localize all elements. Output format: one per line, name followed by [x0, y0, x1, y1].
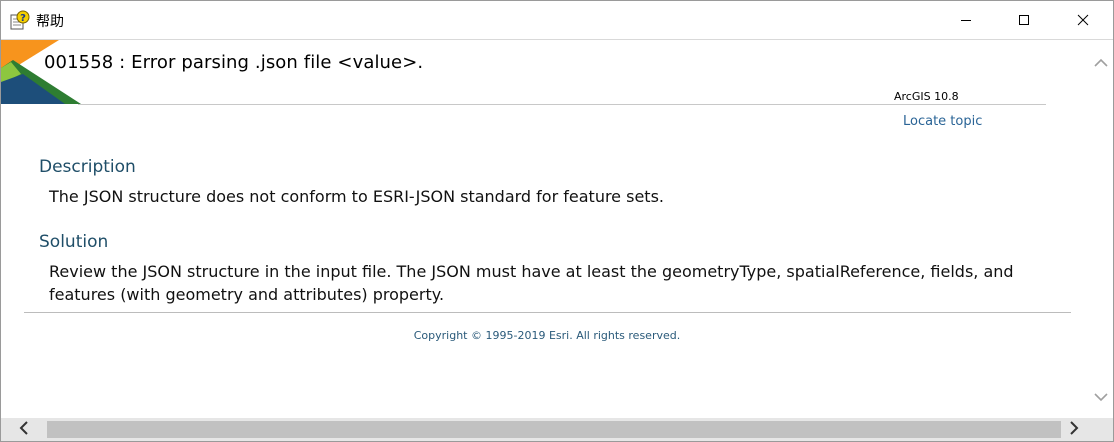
title-bar[interactable]: ? 帮助: [1, 1, 1113, 40]
description-text: The JSON structure does not conform to E…: [49, 187, 664, 206]
help-window: ? 帮助 001558 : Error parsing .json file <…: [0, 0, 1114, 442]
close-icon: [1077, 14, 1089, 26]
scroll-left-icon: [18, 420, 30, 440]
scroll-left-button[interactable]: [1, 418, 47, 441]
horizontal-scroll-thumb[interactable]: [47, 421, 1061, 438]
footer-divider: [24, 312, 1071, 313]
version-label: ArcGIS 10.8: [894, 90, 959, 103]
solution-heading: Solution: [39, 232, 109, 252]
window-title: 帮助: [36, 14, 64, 30]
scroll-right-icon: [1068, 420, 1080, 440]
help-app-icon: ?: [10, 10, 30, 30]
scroll-down-icon[interactable]: [1093, 388, 1109, 407]
minimize-button[interactable]: [937, 1, 995, 39]
maximize-icon: [1018, 14, 1030, 26]
description-heading: Description: [39, 157, 136, 177]
locate-topic-link[interactable]: Locate topic: [903, 114, 982, 129]
copyright-text: Copyright © 1995-2019 Esri. All rights r…: [413, 329, 681, 342]
scroll-up-icon[interactable]: [1093, 54, 1109, 73]
maximize-button[interactable]: [995, 1, 1053, 39]
scroll-right-button[interactable]: [1061, 418, 1087, 441]
minimize-icon: [960, 14, 972, 26]
scrollbar-corner: [1088, 418, 1113, 441]
solution-text: Review the JSON structure in the input f…: [49, 262, 1014, 304]
esri-corner-graphic: [1, 40, 81, 104]
svg-text:?: ?: [20, 13, 26, 24]
help-content: 001558 : Error parsing .json file <value…: [1, 40, 1088, 418]
horizontal-scrollbar[interactable]: [1, 418, 1113, 441]
topic-title: 001558 : Error parsing .json file <value…: [44, 52, 424, 73]
vertical-scrollbar[interactable]: [1088, 40, 1113, 418]
header-divider: [78, 104, 1046, 105]
close-button[interactable]: [1054, 1, 1112, 39]
